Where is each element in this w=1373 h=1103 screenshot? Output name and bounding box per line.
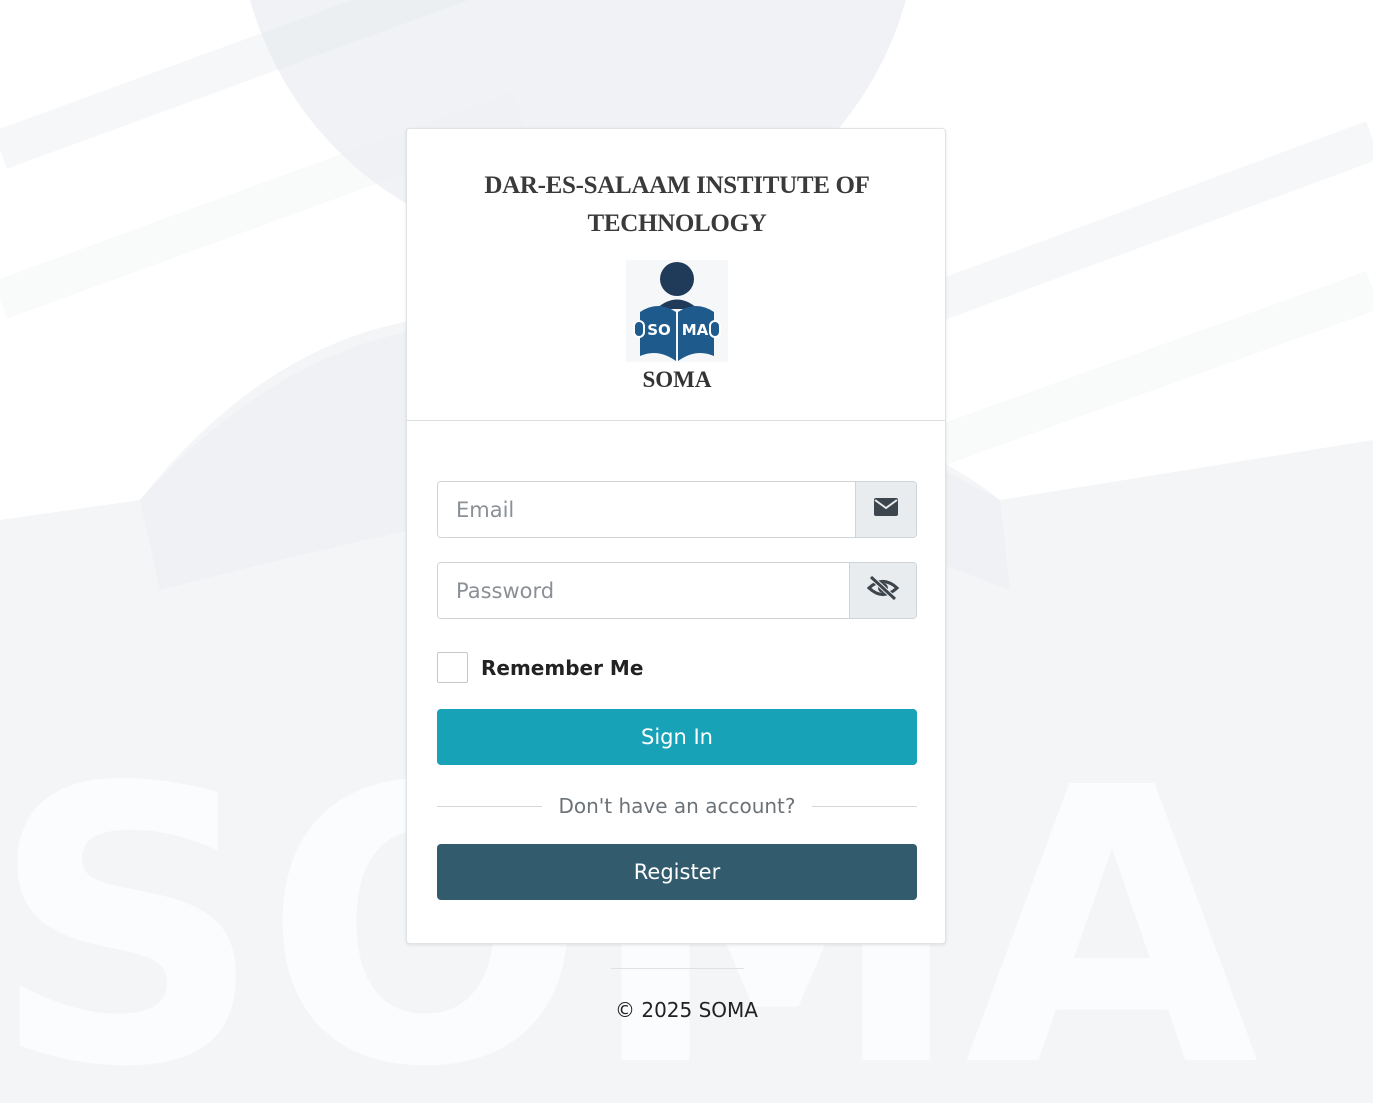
logo-head-icon [660,262,694,296]
card-header: DAR-ES-SALAAM INSTITUTE OF TECHNOLOGY SO… [407,129,945,421]
login-card: DAR-ES-SALAAM INSTITUTE OF TECHNOLOGY SO… [406,128,946,944]
divider-line-left [437,805,543,807]
footer-copyright: © 2025 SOMA [615,998,758,1022]
remember-checkbox[interactable] [437,652,468,683]
institute-name: DAR-ES-SALAAM INSTITUTE OF TECHNOLOGY [484,172,870,237]
register-divider: Don't have an account? [437,791,917,821]
password-toggle[interactable] [849,563,916,618]
remember-label[interactable]: Remember Me [481,656,643,680]
remember-me: Remember Me [437,652,643,683]
email-field-group [437,481,917,538]
register-button[interactable]: Register [437,844,917,900]
eye-slash-icon [866,575,900,606]
email-addon [855,482,916,537]
soma-logo: SO MA [626,260,728,362]
divider-text: Don't have an account? [558,794,796,818]
divider-line-right [811,805,917,807]
logo-badge-left: SO [647,321,671,339]
envelope-icon [874,498,898,521]
logo-badge-right: MA [682,321,709,339]
footer-divider [611,968,744,969]
email-input[interactable] [438,482,855,537]
sign-in-button[interactable]: Sign In [437,709,917,765]
password-input[interactable] [438,563,849,618]
password-field-group [437,562,917,619]
logo-caption: SOMA [642,367,712,392]
